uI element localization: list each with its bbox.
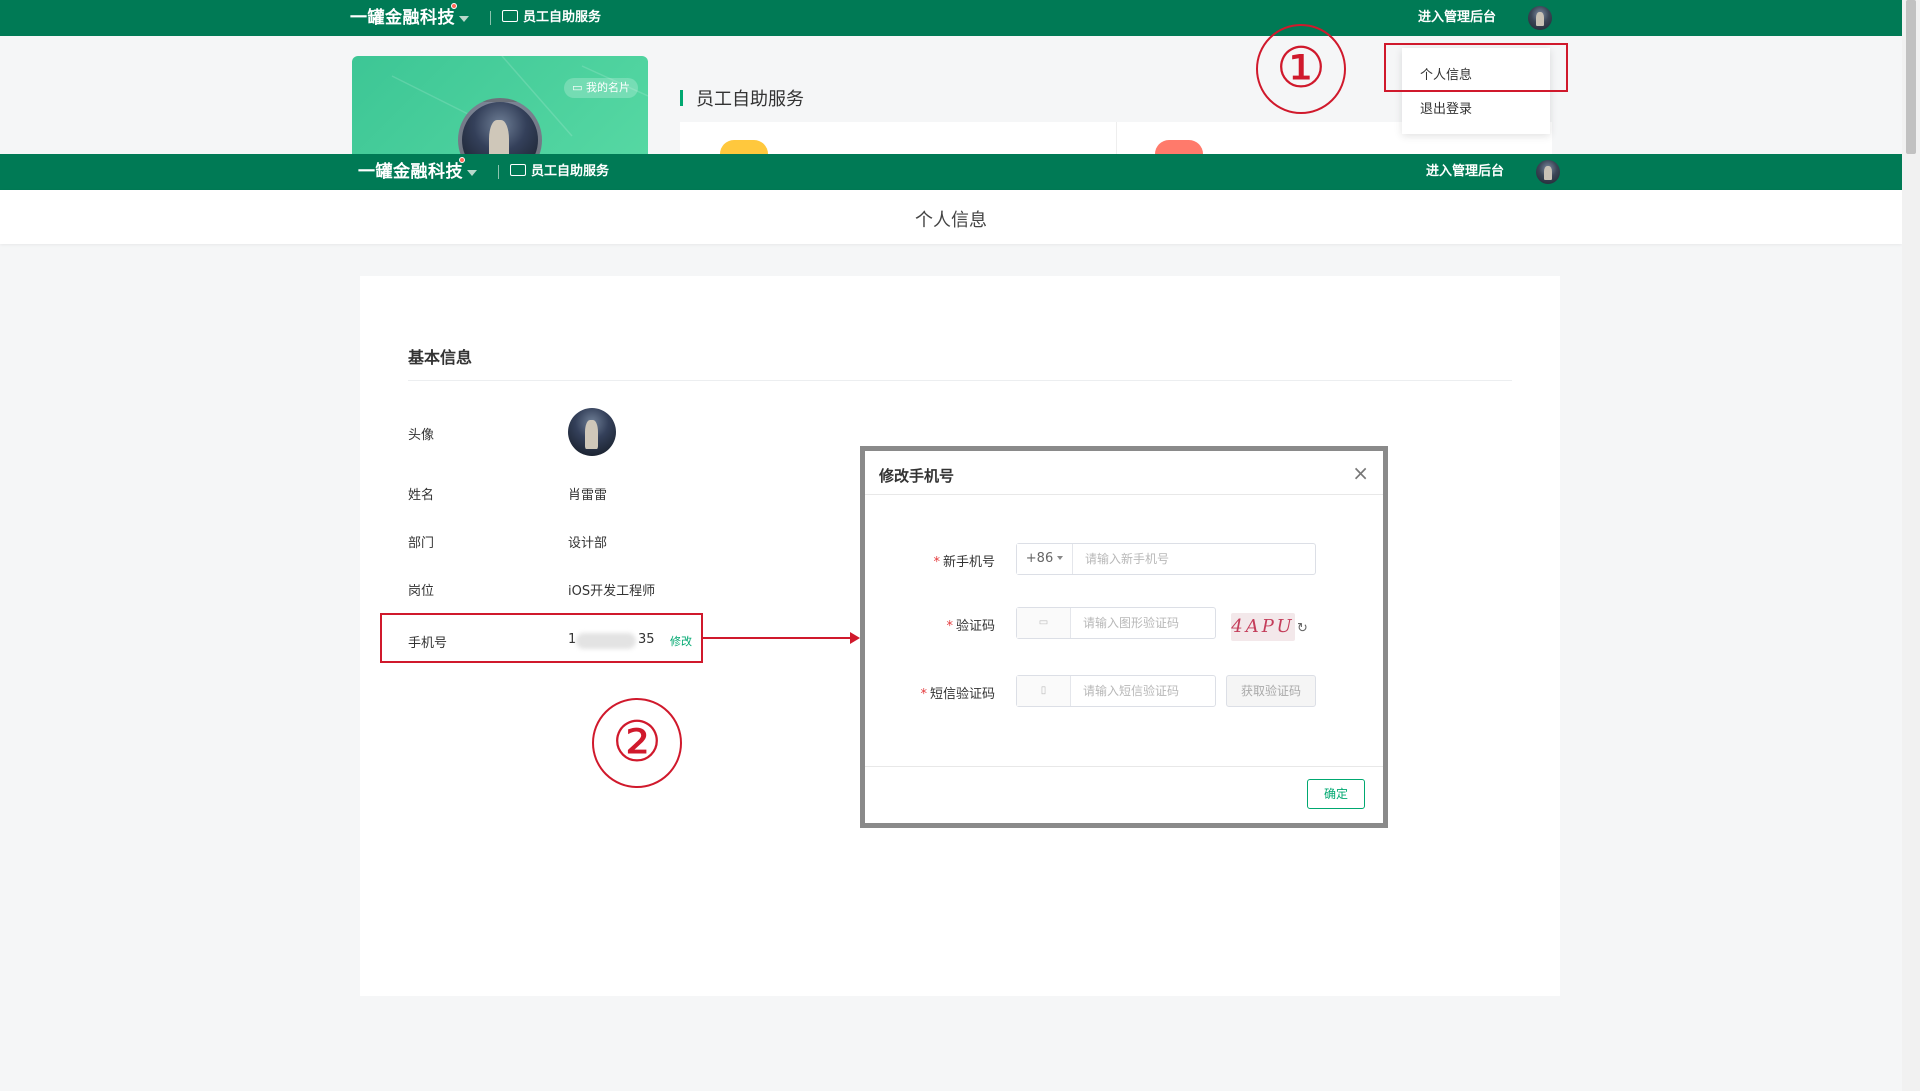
chevron-down-icon[interactable] [459, 16, 469, 22]
captcha-placeholder: 请输入图形验证码 [1083, 616, 1180, 630]
sms-code-label: * 短信验证码 [920, 687, 995, 702]
new-phone-label: * 新手机号 [933, 555, 995, 570]
person-card-icon [510, 164, 526, 176]
page-scrollbar[interactable] [1902, 0, 1920, 1091]
annotation-number-two: ② [592, 698, 682, 788]
nav-divider-secondary [498, 165, 499, 179]
new-phone-input[interactable]: +86 请输入新手机号 [1016, 543, 1316, 575]
tile-divider [1116, 122, 1117, 154]
notification-dot-secondary [459, 157, 465, 163]
page-header: 个人信息 [0, 190, 1902, 244]
name-value: 肖雷雷 [568, 488, 608, 503]
refresh-icon[interactable]: ↻ [1297, 621, 1308, 636]
menu-item-logout[interactable]: 退出登录 [1420, 98, 1472, 117]
user-avatar-menu-secondary[interactable] [1536, 160, 1560, 184]
annotation-arrow-head-icon [850, 632, 860, 644]
scrollbar-thumb[interactable] [1906, 0, 1916, 154]
department-label: 部门 [408, 536, 435, 551]
annotation-number-one: ① [1256, 24, 1346, 114]
modal-title: 修改手机号 [879, 467, 955, 485]
admin-console-link-secondary[interactable]: 进入管理后台 [1426, 154, 1504, 190]
sms-code-input[interactable]: ▯ 请输入短信验证码 [1016, 675, 1216, 707]
captcha-label: * 验证码 [946, 619, 995, 634]
person-card-icon [502, 10, 518, 22]
required-mark: * [920, 687, 927, 702]
brand-logo-secondary[interactable]: 一罐金融科技 [358, 154, 463, 190]
position-value: iOS开发工程师 [568, 584, 656, 599]
user-avatar-menu[interactable] [1528, 6, 1552, 30]
new-phone-placeholder: 请输入新手机号 [1085, 552, 1170, 566]
country-code-select[interactable]: +86 [1017, 544, 1073, 574]
section-title: 员工自助服务 [696, 89, 804, 110]
annotation-highlight-menu [1384, 43, 1568, 92]
required-mark: * [946, 619, 953, 634]
page-title: 个人信息 [915, 210, 987, 231]
nav-employee-service-secondary[interactable]: 员工自助服务 [510, 154, 609, 190]
position-label: 岗位 [408, 584, 435, 599]
annotation-highlight-phone [380, 613, 703, 663]
user-avatar[interactable] [568, 408, 616, 456]
section-accent-bar [680, 90, 683, 106]
nav-employee-service[interactable]: 员工自助服务 [502, 0, 601, 36]
profile-card: ▭ 我的名片 [352, 56, 648, 156]
modal-footer-divider [865, 766, 1383, 767]
modal-header-divider [865, 494, 1383, 495]
chevron-down-icon [1057, 556, 1064, 560]
sms-code-placeholder: 请输入短信验证码 [1083, 684, 1180, 698]
captcha-image-icon: ▭ [1017, 608, 1071, 638]
nav-divider [490, 11, 491, 25]
top-navbar: 一罐金融科技 员工自助服务 进入管理后台 [0, 0, 1902, 36]
my-card-button[interactable]: ▭ 我的名片 [564, 78, 638, 98]
captcha-input[interactable]: ▭ 请输入图形验证码 [1016, 607, 1216, 639]
close-icon[interactable]: × [1352, 461, 1369, 485]
modal-frame: 修改手机号 × * 新手机号 +86 请输入新手机号 * 验证码 ▭ 请输入图形验证… [860, 446, 1388, 828]
basic-info-title: 基本信息 [408, 348, 473, 367]
avatar-label: 头像 [408, 428, 435, 443]
name-label: 姓名 [408, 488, 435, 503]
top-navbar-secondary: 一罐金融科技 员工自助服务 进入管理后台 [0, 154, 1902, 190]
confirm-button[interactable]: 确定 [1307, 779, 1365, 809]
sms-lock-icon: ▯ [1017, 676, 1071, 706]
department-value: 设计部 [568, 536, 608, 551]
basic-info-divider [408, 380, 1512, 381]
annotation-arrow [703, 637, 853, 639]
brand-logo[interactable]: 一罐金融科技 [350, 0, 455, 36]
id-card-icon: ▭ [572, 81, 586, 94]
required-mark: * [933, 555, 940, 570]
get-sms-code-button[interactable]: 获取验证码 [1226, 675, 1316, 707]
change-phone-modal: 修改手机号 × * 新手机号 +86 请输入新手机号 * 验证码 ▭ 请输入图形验证… [865, 451, 1383, 823]
captcha-image[interactable]: 4APU [1231, 613, 1295, 641]
chevron-down-icon[interactable] [467, 170, 477, 176]
notification-dot [451, 3, 457, 9]
admin-console-link[interactable]: 进入管理后台 [1418, 0, 1496, 36]
